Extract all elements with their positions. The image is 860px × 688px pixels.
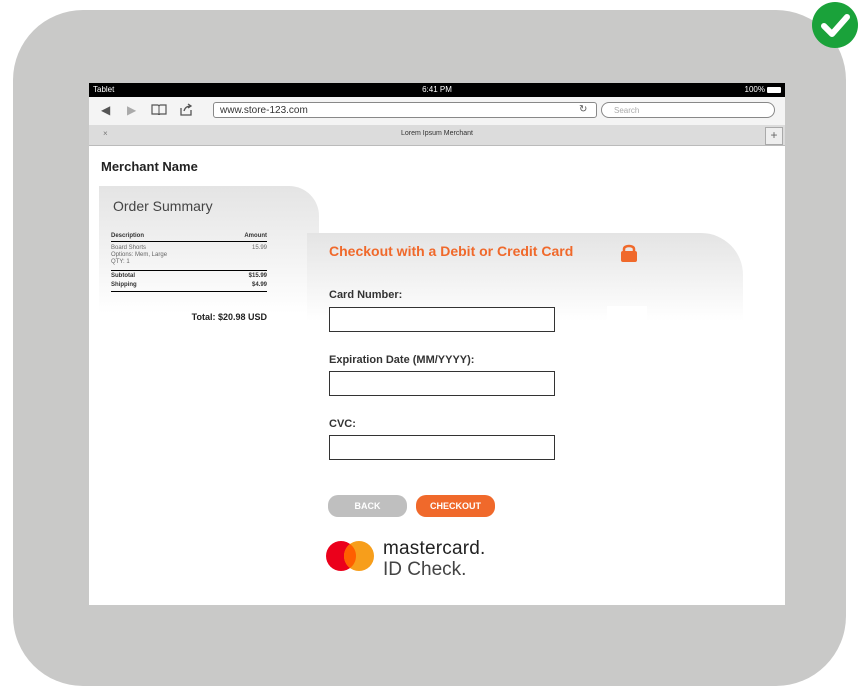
item-amount: 15.99 xyxy=(251,245,267,251)
cvc-field[interactable] xyxy=(329,435,555,460)
battery-icon xyxy=(767,87,781,93)
item-name: Board Shorts xyxy=(111,245,147,251)
url-bar[interactable]: www.store-123.com xyxy=(213,102,597,118)
brand-name: mastercard. xyxy=(383,538,486,559)
search-input[interactable]: Search xyxy=(601,102,775,118)
order-summary-table: Description Amount Board Shorts Options:… xyxy=(111,233,267,292)
item-qty: QTY: 1 xyxy=(111,259,130,265)
reload-icon[interactable]: ↻ xyxy=(579,102,587,118)
card-brand-placeholder xyxy=(607,306,647,332)
tablet-screen: Tablet 6:41 PM 100% ◀ ▶ www.store-123.co… xyxy=(89,83,785,605)
subtotal-value: $15.99 xyxy=(248,273,267,279)
shipping-value: $4.99 xyxy=(251,282,267,288)
summary-header: Description Amount xyxy=(111,233,267,242)
shipping-label: Shipping xyxy=(111,282,137,288)
mastercard-logo xyxy=(325,540,377,572)
order-summary-title: Order Summary xyxy=(113,198,213,214)
item-options: Options: Mem, Large xyxy=(111,252,168,258)
checkout-title: Checkout with a Debit or Credit Card xyxy=(329,243,574,259)
subtotal-label: Subtotal xyxy=(111,273,135,279)
back-button[interactable]: BACK xyxy=(328,495,407,517)
battery-label: 100% xyxy=(744,85,765,94)
col-amount: Amount xyxy=(244,233,267,239)
list-item: Board Shorts Options: Mem, Large QTY: 1 … xyxy=(111,242,267,268)
expiration-label: Expiration Date (MM/YYYY): xyxy=(329,354,475,366)
shipping-row: Shipping $4.99 xyxy=(111,280,267,292)
card-number-label: Card Number: xyxy=(329,289,403,301)
new-tab-button[interactable]: + xyxy=(765,127,783,145)
browser-toolbar: ◀ ▶ www.store-123.com ↻ Search xyxy=(89,97,785,125)
lock-icon xyxy=(619,243,639,263)
forward-icon[interactable]: ▶ xyxy=(127,103,136,117)
status-bar: Tablet 6:41 PM 100% xyxy=(89,83,785,97)
brand-subtitle: ID Check. xyxy=(383,559,467,580)
item-description: Board Shorts Options: Mem, Large QTY: 1 xyxy=(111,245,167,266)
back-icon[interactable]: ◀ xyxy=(101,103,110,117)
tab-title[interactable]: Lorem Ipsum Merchant xyxy=(89,130,785,137)
cvc-label: CVC: xyxy=(329,418,356,430)
expiration-field[interactable] xyxy=(329,371,555,396)
col-description: Description xyxy=(111,233,145,239)
bookmarks-icon[interactable] xyxy=(151,103,167,118)
checkout-button[interactable]: CHECKOUT xyxy=(416,495,495,517)
success-check-icon xyxy=(812,2,858,48)
merchant-name: Merchant Name xyxy=(101,159,198,174)
order-total: Total: $20.98 USD xyxy=(191,312,267,322)
tab-bar: × Lorem Ipsum Merchant + xyxy=(89,125,785,146)
battery-status: 100% xyxy=(745,83,781,97)
card-number-field[interactable] xyxy=(329,307,555,332)
status-time: 6:41 PM xyxy=(422,85,452,94)
subtotal-row: Subtotal $15.99 xyxy=(111,271,267,280)
share-icon[interactable] xyxy=(179,103,193,119)
